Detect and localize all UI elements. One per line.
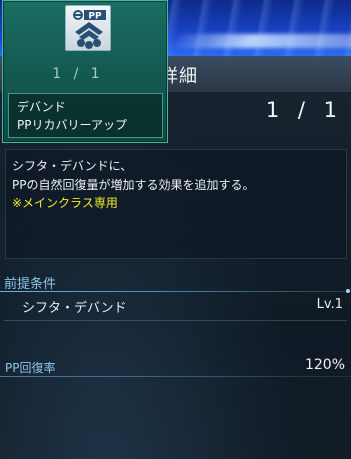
- skill-card-level: 1 / 1: [52, 66, 104, 82]
- description-box: シフタ・デバンドに、 PPの自然回復量が増加する効果を追加する。 ※メインクラス…: [5, 149, 347, 259]
- prerequisites-divider: [0, 291, 351, 292]
- skill-level-display: 1 / 1: [265, 98, 343, 122]
- skill-name: PPリカバリーアップ: [17, 118, 127, 132]
- prerequisite-skill-name: シフタ・デバンド: [22, 301, 127, 316]
- description-line-1: シフタ・デバンドに、: [12, 159, 133, 173]
- row-divider: [4, 320, 347, 321]
- skill-category: デバンド: [17, 100, 66, 114]
- prerequisite-skill-level: Lv.1: [316, 297, 343, 312]
- main-class-only-note: ※メインクラス専用: [12, 196, 118, 210]
- pp-recovery-rate-label: PP回復率: [5, 361, 56, 375]
- skill-label-box: デバンド PPリカバリーアップ: [8, 93, 163, 138]
- stat-divider: [0, 376, 351, 377]
- skill-card[interactable]: PP 1 / 1 デバンド PPリカバリーアップ: [2, 0, 168, 143]
- pp-recovery-rate-value: 120%: [304, 357, 345, 373]
- svg-text:PP: PP: [88, 12, 102, 22]
- divider-dot-icon: [346, 289, 350, 293]
- description-line-2: PPの自然回復量が増加する効果を追加する。: [12, 178, 255, 192]
- prerequisites-heading: 前提条件: [4, 277, 57, 292]
- pp-recovery-skill-icon: PP: [65, 5, 111, 51]
